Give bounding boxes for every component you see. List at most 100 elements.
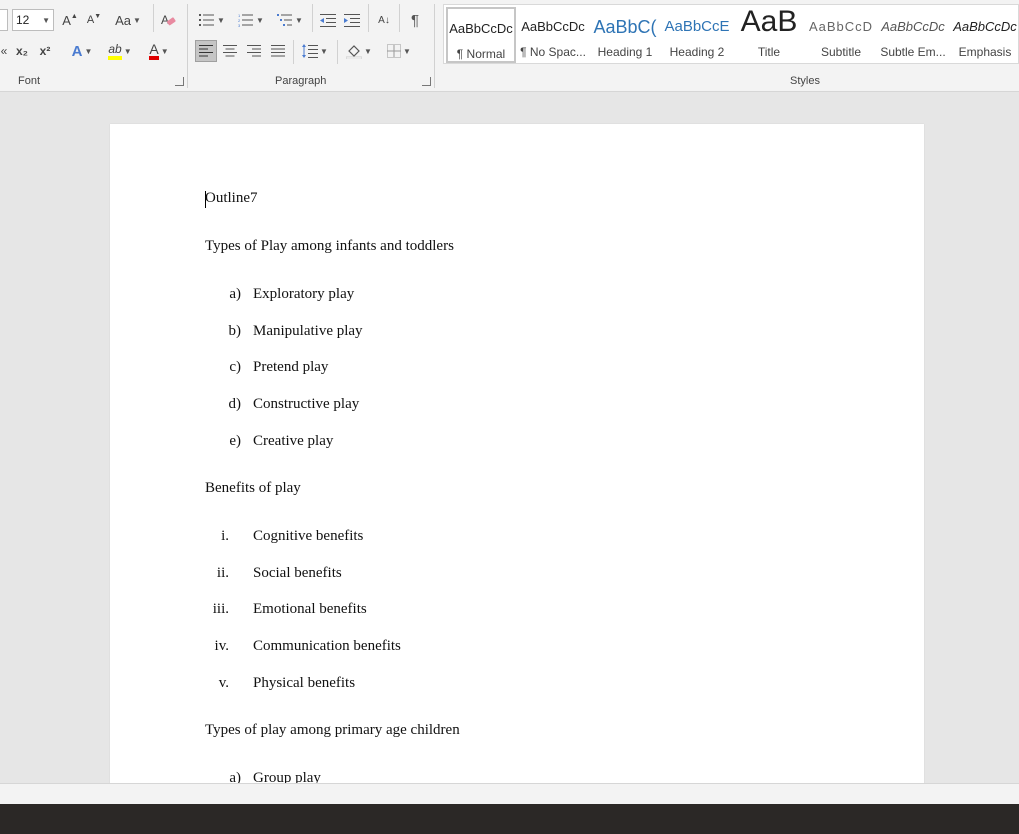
list-item[interactable]: Cognitive benefits	[253, 528, 363, 545]
style-sample: AaBbCcDc	[449, 21, 513, 36]
text-highlight-button[interactable]: ab ▼	[104, 41, 136, 61]
font-color-button[interactable]: A ▼	[143, 41, 175, 61]
highlight-label: ab	[108, 42, 122, 60]
list-marker: b)	[228, 323, 242, 339]
clear-formatting-button[interactable]: A	[158, 10, 178, 30]
chevron-down-icon: ▼	[364, 46, 372, 56]
align-right-button[interactable]	[244, 41, 264, 61]
chevron-down-icon: ▼	[403, 46, 411, 56]
style-sample: AaBbCcDc	[521, 19, 585, 34]
ribbon: 12 ▼ A ▲ A ▼ Aa ▼ A « x₂ x² A ▼ ab ▼ A ▼ Font	[0, 0, 1019, 92]
document-title[interactable]: Outline7	[205, 190, 258, 207]
section-heading-primary[interactable]: Types of play among primary age children	[205, 722, 460, 739]
styles-gallery: AaBbCcDc ¶ Normal AaBbCcDc ¶ No Spac... …	[443, 4, 1019, 64]
align-left-button[interactable]	[195, 40, 217, 62]
chevron-down-icon: ▼	[295, 15, 303, 25]
list-item[interactable]: Constructive play	[253, 396, 359, 413]
show-formatting-button[interactable]: ¶	[404, 10, 426, 30]
list-item[interactable]: Communication benefits	[253, 638, 401, 655]
styles-group-label: Styles	[790, 75, 820, 87]
list-item[interactable]: Social benefits	[253, 565, 342, 582]
divider	[293, 40, 294, 64]
list-marker: iv.	[214, 638, 229, 654]
caret-down-icon: ▼	[94, 12, 102, 20]
borders-icon	[387, 44, 402, 58]
eraser-icon: A	[161, 13, 176, 27]
paint-bucket-icon	[346, 45, 363, 59]
style-sample: AaBbCcE	[664, 18, 730, 35]
partial-label: «	[0, 44, 8, 58]
font-dialog-launcher-icon[interactable]	[175, 77, 184, 86]
style-no-spacing[interactable]: AaBbCcDc ¶ No Spac...	[518, 7, 588, 63]
section-heading-benefits[interactable]: Benefits of play	[205, 480, 301, 497]
chevron-down-icon: ▼	[160, 46, 169, 56]
style-emphasis[interactable]: AaBbCcDc Emphasis	[950, 7, 1019, 63]
style-title[interactable]: AaB Title	[734, 7, 804, 63]
justify-button[interactable]	[268, 41, 288, 61]
document-page[interactable]: Outline7 Types of Play among infants and…	[110, 124, 924, 783]
style-name: Title	[757, 45, 781, 59]
chevron-down-icon: ▼	[217, 15, 225, 25]
subscript-button[interactable]: x₂	[12, 41, 32, 61]
style-heading-1[interactable]: AaBbC( Heading 1	[590, 7, 660, 63]
list-item[interactable]: Pretend play	[253, 359, 328, 376]
numbering-button[interactable]: 1 2 3 ▼	[234, 10, 268, 30]
list-item[interactable]: Exploratory play	[253, 286, 354, 303]
list-item[interactable]: Emotional benefits	[253, 601, 367, 618]
align-center-button[interactable]	[220, 41, 240, 61]
svg-text:A: A	[161, 13, 169, 27]
list-item[interactable]: Manipulative play	[253, 323, 363, 340]
line-spacing-icon	[302, 44, 319, 58]
decrease-indent-button[interactable]	[318, 10, 338, 30]
divider	[187, 4, 188, 88]
list-item[interactable]: Creative play	[253, 433, 333, 450]
list-item[interactable]: Group play	[253, 770, 321, 783]
style-heading-2[interactable]: AaBbCcE Heading 2	[662, 7, 732, 63]
partial-button[interactable]: «	[0, 41, 8, 61]
chevron-down-icon: ▼	[256, 15, 264, 25]
list-marker: d)	[228, 396, 242, 412]
increase-indent-icon	[344, 14, 360, 27]
superscript-button[interactable]: x²	[35, 41, 55, 61]
caret-up-icon: ▲	[70, 12, 78, 20]
paragraph-dialog-launcher-icon[interactable]	[422, 77, 431, 86]
shrink-font-button[interactable]: A ▼	[84, 10, 104, 30]
chevron-down-icon: ▼	[123, 46, 132, 56]
divider	[153, 4, 154, 32]
grow-font-button[interactable]: A ▲	[60, 10, 80, 30]
font-group-label: Font	[18, 75, 41, 87]
shading-button[interactable]: ▼	[342, 41, 376, 61]
list-marker: a)	[229, 770, 241, 783]
text-effects-button[interactable]: A ▼	[66, 41, 98, 61]
change-case-button[interactable]: Aa ▼	[112, 10, 144, 30]
list-marker: e)	[229, 433, 241, 449]
line-spacing-button[interactable]: ▼	[298, 41, 332, 61]
style-name: ¶ No Spac...	[520, 45, 586, 59]
sort-button[interactable]: A↓	[373, 10, 395, 30]
style-normal[interactable]: AaBbCcDc ¶ Normal	[446, 7, 516, 63]
bullets-button[interactable]: ▼	[196, 10, 228, 30]
chevron-down-icon: ▼	[42, 16, 50, 25]
style-subtitle[interactable]: AaBbCcD Subtitle	[806, 7, 876, 63]
font-size-combobox[interactable]: 12 ▼	[12, 9, 54, 31]
font-name-combobox[interactable]	[0, 9, 8, 31]
bullet-list-icon	[199, 14, 215, 26]
list-marker: a)	[229, 286, 241, 302]
style-name: Subtitle	[820, 45, 862, 59]
increase-indent-button[interactable]	[342, 10, 362, 30]
list-item[interactable]: Physical benefits	[253, 675, 355, 692]
style-name: ¶ Normal	[456, 47, 506, 61]
multilevel-list-button[interactable]: ▼	[273, 10, 307, 30]
section-heading-infants[interactable]: Types of Play among infants and toddlers	[205, 238, 454, 255]
text-effects-label: A	[71, 42, 83, 60]
borders-button[interactable]: ▼	[382, 41, 416, 61]
divider	[337, 40, 338, 64]
style-subtle-emphasis[interactable]: AaBbCcDc Subtle Em...	[878, 7, 948, 63]
taskbar	[0, 804, 1019, 834]
divider	[399, 4, 400, 32]
sort-label: A↓	[378, 14, 390, 26]
style-sample: AaBbCcD	[808, 19, 874, 34]
document-canvas[interactable]: Outline7 Types of Play among infants and…	[0, 93, 1019, 783]
status-bar	[0, 783, 1019, 804]
style-name: Heading 2	[669, 45, 725, 59]
